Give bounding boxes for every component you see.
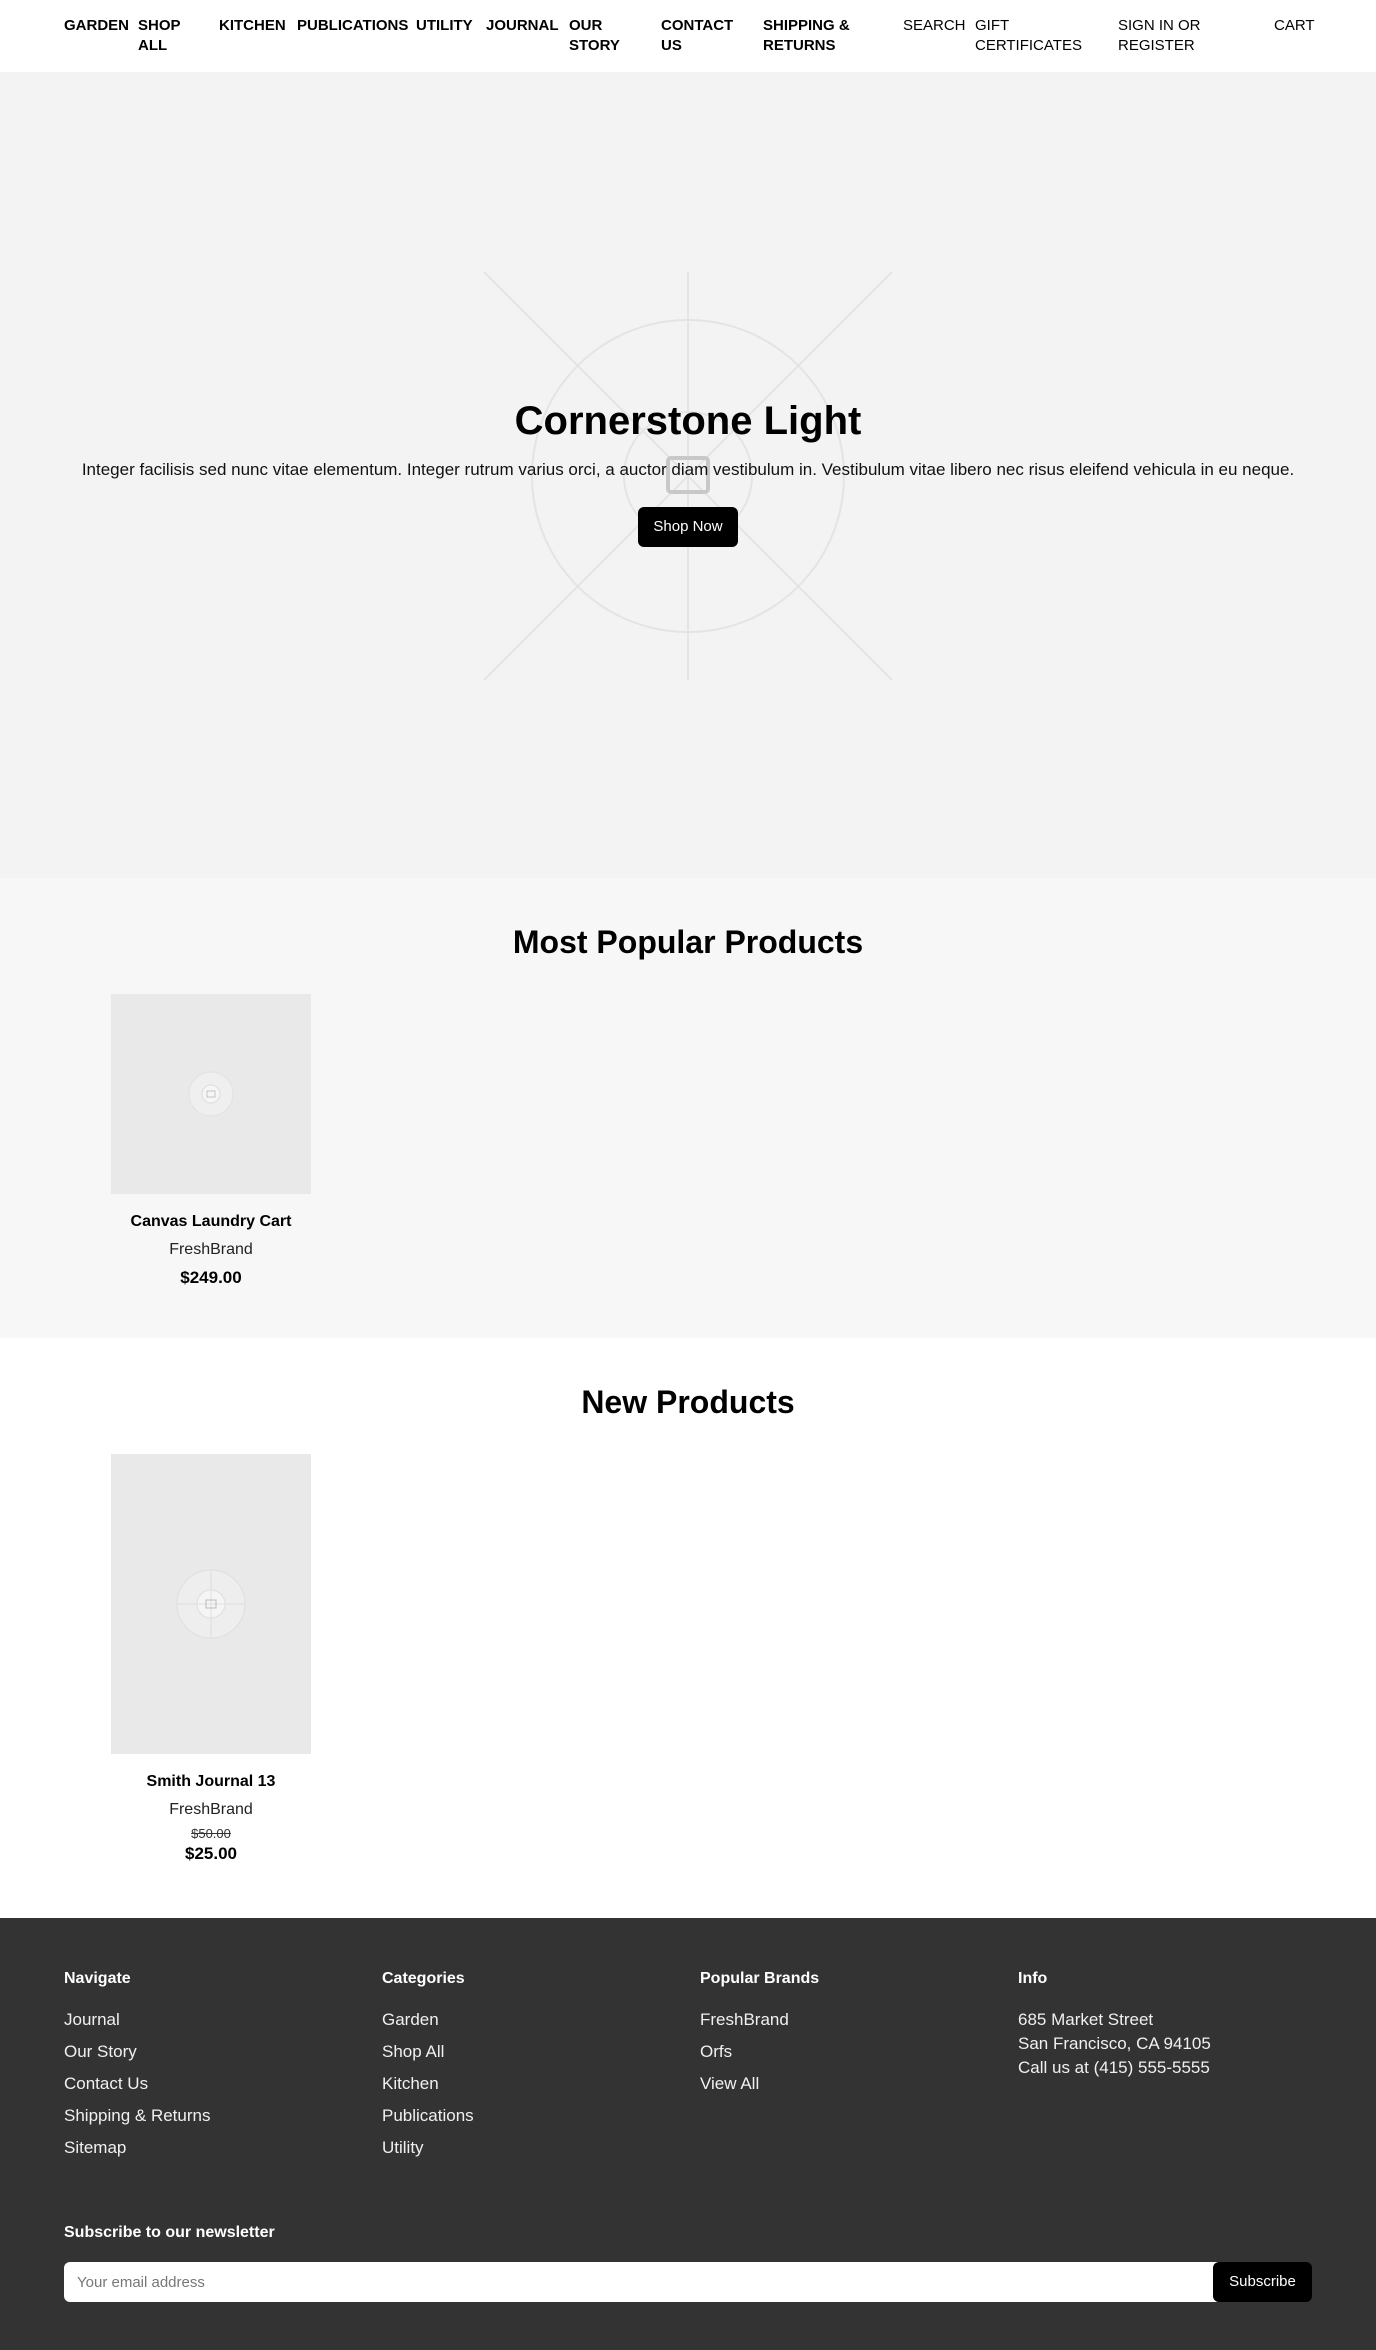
product-name[interactable]: Canvas Laundry Cart [111, 1211, 311, 1233]
image-placeholder-icon [188, 1071, 234, 1117]
product-original-price: $50.00 [191, 1826, 231, 1841]
newsletter-email-input[interactable] [64, 2262, 1246, 2302]
footer-link-garden[interactable]: Garden [382, 2009, 439, 2031]
footer-link-utility[interactable]: Utility [382, 2137, 424, 2159]
section-title: New Products [581, 1384, 795, 1420]
top-navigation: GARDEN SHOP ALL KITCHEN PUBLICATIONS UTI… [0, 0, 1376, 72]
nav-utility[interactable]: UTILITY [416, 16, 473, 36]
footer-link-view-all[interactable]: View All [700, 2073, 759, 2095]
most-popular-section: Most Popular Products Canvas Laundry Car… [0, 878, 1376, 1338]
nav-journal[interactable]: JOURNAL [486, 16, 559, 36]
nav-shipping-returns[interactable]: SHIPPING & RETURNS [763, 16, 858, 56]
hero-banner: Cornerstone Light Integer facilisis sed … [0, 72, 1376, 878]
nav-search[interactable]: SEARCH [903, 16, 966, 36]
footer-address-line: 685 Market Street [1018, 2010, 1154, 2029]
product-brand[interactable]: FreshBrand [111, 1799, 311, 1821]
footer-city-line: San Francisco, CA 94105 [1018, 2034, 1211, 2053]
footer-categories-heading: Categories [382, 1970, 465, 1987]
nav-publications[interactable]: PUBLICATIONS [297, 16, 408, 36]
footer-brands-heading: Popular Brands [700, 1970, 820, 1987]
footer-link-our-story[interactable]: Our Story [64, 2041, 137, 2063]
footer-info-heading: Info [1018, 1970, 1048, 1987]
product-name[interactable]: Smith Journal 13 [111, 1771, 311, 1793]
new-products-section: New Products Smith Journal 13 FreshBrand… [0, 1338, 1376, 1918]
footer-phone-line: Call us at (415) 555-5555 [1018, 2058, 1210, 2077]
footer-link-kitchen[interactable]: Kitchen [382, 2073, 439, 2095]
site-footer: Navigate Journal Our Story Contact Us Sh… [0, 1918, 1376, 2350]
hero-description: Integer facilisis sed nunc vitae element… [81, 460, 1295, 479]
nav-garden[interactable]: GARDEN [64, 16, 129, 36]
nav-sign-in-register[interactable]: SIGN IN OR REGISTER [1118, 16, 1228, 56]
subscribe-button[interactable]: Subscribe [1213, 2262, 1312, 2302]
footer-link-freshbrand[interactable]: FreshBrand [700, 2009, 789, 2031]
footer-link-orfs[interactable]: Orfs [700, 2041, 732, 2063]
product-image[interactable] [111, 994, 311, 1194]
nav-kitchen[interactable]: KITCHEN [219, 16, 286, 36]
footer-link-shop-all[interactable]: Shop All [382, 2041, 444, 2063]
newsletter-heading: Subscribe to our newsletter [64, 2224, 275, 2241]
nav-our-story[interactable]: OUR STORY [569, 16, 639, 56]
product-image[interactable] [111, 1454, 311, 1754]
footer-link-publications[interactable]: Publications [382, 2105, 474, 2127]
nav-cart[interactable]: CART [1274, 16, 1315, 36]
footer-link-contact-us[interactable]: Contact Us [64, 2073, 148, 2095]
product-price: $249.00 [180, 1268, 242, 1287]
footer-link-journal[interactable]: Journal [64, 2009, 120, 2031]
nav-contact-us[interactable]: CONTACT US [661, 16, 741, 56]
shop-now-button[interactable]: Shop Now [638, 507, 738, 547]
footer-link-sitemap[interactable]: Sitemap [64, 2137, 126, 2159]
hero-title: Cornerstone Light [514, 399, 862, 443]
product-brand[interactable]: FreshBrand [111, 1239, 311, 1261]
nav-shop-all[interactable]: SHOP ALL [138, 16, 208, 56]
product-sale-price: $25.00 [185, 1844, 237, 1863]
nav-gift-certificates[interactable]: GIFT CERTIFICATES [975, 16, 1095, 56]
section-title: Most Popular Products [512, 924, 864, 960]
image-placeholder-icon [176, 1569, 246, 1639]
footer-navigate-heading: Navigate [64, 1970, 131, 1987]
footer-link-shipping-returns[interactable]: Shipping & Returns [64, 2105, 210, 2127]
